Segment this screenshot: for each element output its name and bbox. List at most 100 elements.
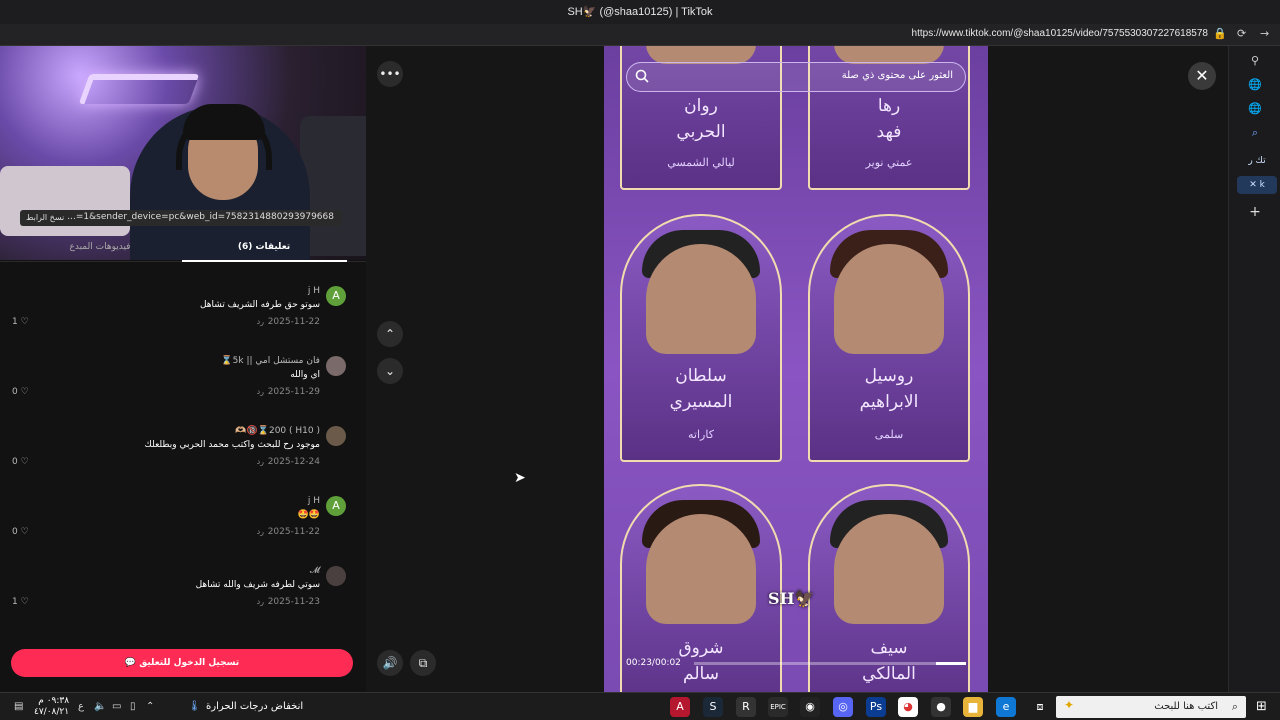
volume-icon[interactable]: 🔈 — [94, 701, 106, 712]
related-search-input[interactable]: العثور على محتوى ذي صلة — [626, 62, 966, 92]
reply-button[interactable]: رد — [257, 457, 264, 466]
comment-text: 🤩🤩 — [297, 510, 320, 520]
heart-icon: ♡ — [20, 317, 29, 327]
app-icon-chrome[interactable]: ◕ — [898, 697, 918, 717]
like-button[interactable]: 0 ♡ — [12, 387, 29, 397]
comment-text: اي والله — [290, 370, 320, 380]
comment-username[interactable]: j H — [308, 286, 320, 296]
like-button[interactable]: 0 ♡ — [12, 457, 29, 467]
task-view-icon[interactable]: ⧈ — [1030, 697, 1050, 717]
tab-comments[interactable]: (6) تعليقات — [182, 242, 346, 252]
cast-first-name: سيف — [870, 638, 908, 658]
comment-username[interactable]: فان مستشل امي || 5k⌛ — [221, 356, 320, 366]
weather-text[interactable]: انخفاض درجات الحرارة — [206, 701, 303, 712]
app-icon-epic[interactable]: EPIC — [768, 697, 788, 717]
forward-arrow-icon[interactable]: → — [1260, 27, 1269, 40]
comment-text: سوتو حق طرفه الشريف تشاهل — [199, 300, 320, 310]
comment-username[interactable]: ( H10 ) 200⌛🔞🫶🏼 — [235, 426, 320, 436]
network-icon[interactable]: ▭ — [112, 701, 121, 712]
reply-button[interactable]: رد — [257, 317, 264, 326]
like-button[interactable]: 1 ♡ — [12, 597, 29, 607]
cast-role: عمتي نوير — [865, 156, 913, 169]
clock-time: ٠٩:٣٨ م — [38, 696, 70, 706]
comment-item: فان مستشل امي || 5k⌛ اي والله 2025-11-29… — [12, 356, 346, 416]
app-icon-acrobat[interactable]: A — [670, 697, 690, 717]
reply-button[interactable]: رد — [257, 387, 264, 396]
mouse-cursor: ➤ — [514, 470, 526, 486]
comment-text: موجود رح للبحث واكتب محمد الحربي وبطلعلك — [144, 440, 320, 450]
cast-first-name: روسيل — [864, 366, 914, 386]
sidebar-active-tab[interactable]: ✕ k — [1237, 176, 1277, 194]
app-icon-steam[interactable]: S — [703, 697, 723, 717]
search-icon[interactable]: ⌕ — [1229, 126, 1280, 140]
tab-creator-videos[interactable]: فيديوهات المبدع — [18, 242, 182, 252]
reply-button[interactable]: رد — [257, 597, 264, 606]
picture-in-picture-icon[interactable]: ⧉ — [410, 650, 436, 676]
pin-icon[interactable]: ⚲ — [1229, 54, 1280, 67]
tray-chevron-icon[interactable]: ⌃ — [146, 701, 154, 712]
volume-icon[interactable]: 🔊 — [377, 650, 403, 676]
language-indicator[interactable]: ع — [78, 701, 84, 712]
globe-icon[interactable]: 🌐 — [1229, 78, 1280, 91]
tab-active-indicator — [182, 260, 347, 262]
app-icon-recorder[interactable]: ● — [931, 697, 951, 717]
comment-item: A j H سوتو حق طرفه الشريف تشاهل 2025-11-… — [12, 286, 346, 346]
app-icon-discord[interactable]: ◎ — [833, 697, 853, 717]
reply-button[interactable]: رد — [257, 527, 264, 536]
sparkle-icon: ✦ — [1064, 698, 1075, 712]
sidebar-tab[interactable]: تك ر — [1237, 152, 1277, 170]
globe-icon[interactable]: 🌐 — [1229, 102, 1280, 115]
webcam-overlay — [0, 46, 380, 260]
url-text[interactable]: https://www.tiktok.com/@shaa10125/video/… — [912, 28, 1208, 39]
taskbar-clock[interactable]: ٠٩:٣٨ م ٤٧/٠٨/٢١ — [34, 696, 69, 718]
like-count: 1 — [12, 317, 18, 327]
cast-first-name: رها — [877, 96, 901, 116]
user-avatar[interactable]: A — [326, 286, 346, 306]
windows-start-icon[interactable]: ⊞ — [1256, 699, 1267, 714]
comment-date: 2025-11-22 — [267, 317, 320, 327]
heart-icon: ♡ — [20, 387, 29, 397]
close-icon[interactable]: ✕ — [1188, 62, 1216, 90]
address-bar[interactable]: https://www.tiktok.com/@shaa10125/video/… — [0, 24, 1280, 46]
copy-link-bar: نسخ الرابط ...=1&sender_device=pc&web_id… — [20, 210, 342, 226]
previous-video-icon[interactable]: ⌃ — [377, 321, 403, 347]
battery-icon[interactable]: ▯ — [130, 701, 136, 712]
app-icon-edge[interactable]: e — [996, 697, 1016, 717]
user-avatar[interactable] — [326, 356, 346, 376]
copy-link-button[interactable]: نسخ الرابط — [26, 213, 64, 222]
next-video-icon[interactable]: ⌄ — [377, 358, 403, 384]
like-button[interactable]: 1 ♡ — [12, 317, 29, 327]
browser-sidebar: ⚲ 🌐 🌐 ⌕ تك ر ✕ k + — [1228, 46, 1280, 692]
video-progress-fill — [936, 662, 966, 665]
app-icon-obs[interactable]: ◉ — [800, 697, 820, 717]
heart-icon: ♡ — [20, 527, 29, 537]
cast-card: سيف المالكي — [808, 484, 970, 692]
cast-portrait — [646, 244, 756, 354]
comment-username[interactable]: 𝓜 — [310, 566, 320, 576]
video-timecode: 00:23/00:02 — [626, 658, 681, 668]
cast-role: كاراته — [688, 428, 714, 441]
video-player[interactable]: روان الحربي ليالي الشمسي رها فهد عمتي نو… — [604, 46, 988, 692]
login-to-comment-button[interactable]: 💬 تسجيل الدخول للتعليق — [11, 649, 353, 677]
user-avatar[interactable] — [326, 566, 346, 586]
taskbar-search-box[interactable]: ✦ اكتب هنا للبحث ⌕ — [1056, 696, 1246, 718]
comment-tabs: (6) تعليقات فيديوهات المبدع — [0, 236, 366, 262]
comments-panel: نسخ الرابط ...=1&sender_device=pc&web_id… — [0, 46, 380, 692]
like-button[interactable]: 0 ♡ — [12, 527, 29, 537]
comment-username[interactable]: j H — [308, 496, 320, 506]
app-icon-photoshop[interactable]: Ps — [866, 697, 886, 717]
cast-portrait — [834, 244, 944, 354]
app-icon-rockstar[interactable]: R — [736, 697, 756, 717]
clock-date: ٤٧/٠٨/٢١ — [34, 707, 70, 717]
window-titlebar: SH🦅 (@shaa10125) | TikTok — [0, 0, 1280, 24]
notification-icon[interactable]: ▤ — [14, 701, 23, 712]
more-options-icon[interactable]: ••• — [377, 61, 403, 87]
refresh-icon[interactable]: ⟳ — [1237, 27, 1246, 40]
comment-date: 2025-11-29 — [267, 387, 320, 397]
app-icon-file-explorer[interactable]: ▆ — [963, 697, 983, 717]
add-icon[interactable]: + — [1229, 204, 1280, 220]
user-avatar[interactable]: A — [326, 496, 346, 516]
video-progress-bar[interactable] — [694, 662, 966, 665]
cast-card: سلطان المسيري كاراته — [620, 214, 782, 462]
user-avatar[interactable] — [326, 426, 346, 446]
